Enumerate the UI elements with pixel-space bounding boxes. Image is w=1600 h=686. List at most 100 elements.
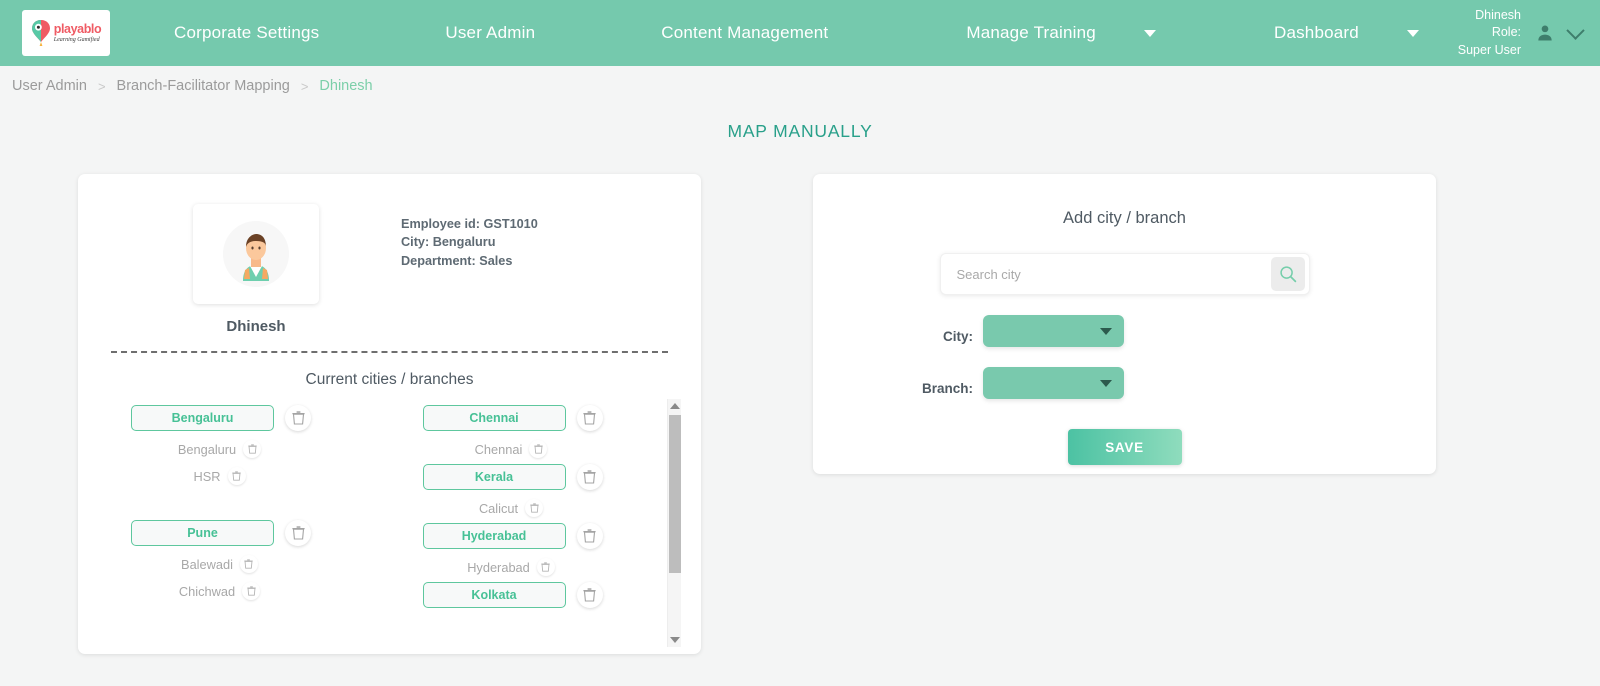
branch-label: Branch: — [921, 381, 973, 396]
cards-container: Employee id: GST1010 City: Bengaluru Dep… — [12, 142, 1588, 654]
delete-branch-button[interactable] — [227, 467, 246, 485]
user-info: Dhinesh Role: Super User — [1458, 7, 1521, 59]
employee-details: Employee id: GST1010 City: Bengaluru Dep… — [401, 204, 538, 304]
scroll-up-button[interactable] — [668, 399, 681, 413]
branch-select[interactable] — [983, 367, 1124, 399]
branch-row: Calicut — [390, 499, 600, 517]
branch-row: Hyderabad — [390, 558, 600, 576]
branch-label: Chennai — [474, 441, 523, 457]
delete-city-button[interactable] — [285, 520, 311, 546]
employee-id: Employee id: GST1010 — [401, 217, 538, 231]
delete-branch-button[interactable] — [529, 440, 548, 458]
nav-item-user-admin[interactable]: User Admin — [445, 23, 535, 43]
branch-row: Balewadi — [98, 555, 308, 573]
page-title: MAP MANUALLY — [727, 121, 873, 141]
parrot-logo-icon — [31, 20, 50, 46]
trash-icon — [291, 526, 305, 540]
trash-icon — [291, 411, 305, 425]
current-cities-title: Current cities / branches — [305, 371, 474, 388]
city-row: Kerala — [390, 464, 682, 490]
nav-item-corporate-settings[interactable]: Corporate Settings — [174, 23, 319, 43]
search-button[interactable] — [1270, 257, 1305, 291]
chevron-down-icon[interactable] — [1566, 20, 1585, 40]
delete-branch-button[interactable] — [243, 440, 262, 458]
profile-name: Dhinesh — [226, 318, 286, 335]
cities-column-1: Bengaluru Bengaluru HSR Pune Balewadi Ch… — [98, 399, 390, 608]
add-panel-title: Add city / branch — [1063, 209, 1186, 227]
scrollbar-thumb[interactable] — [669, 415, 681, 573]
city-field-row: City: — [813, 315, 1436, 347]
delete-city-button[interactable] — [285, 405, 311, 431]
breadcrumb-item-dhinesh[interactable]: Dhinesh — [319, 78, 372, 94]
city-row: Chennai — [390, 405, 682, 431]
city-pill-bengaluru[interactable]: Bengaluru — [131, 405, 274, 431]
city-label: City: — [943, 329, 973, 344]
branch-label: Hyderabad — [467, 559, 530, 575]
column-spacer — [98, 485, 390, 514]
trash-icon — [583, 411, 596, 425]
nav-label: Content Management — [661, 23, 829, 42]
trash-icon — [232, 471, 241, 481]
section-divider — [111, 351, 668, 353]
person-icon[interactable] — [1535, 23, 1555, 43]
nav-item-manage-training[interactable]: Manage Training — [966, 23, 1156, 43]
cities-column-2: Chennai Chennai Kerala Calicut Hyderabad… — [390, 399, 682, 608]
branch-field-row: Branch: — [813, 367, 1436, 399]
search-icon — [1279, 266, 1296, 283]
city-select[interactable] — [983, 315, 1124, 347]
trash-icon — [244, 559, 254, 569]
save-button[interactable]: SAVE — [1067, 429, 1182, 465]
breadcrumb: User Admin > Branch-Facilitator Mapping … — [0, 66, 1600, 106]
delete-city-button[interactable] — [576, 582, 603, 608]
branch-label: Bengaluru — [177, 441, 237, 457]
page-body: MAP MANUALLY Employee id: GST1010 City: … — [12, 106, 1588, 672]
chevron-down-icon — [1406, 29, 1419, 37]
delete-city-button[interactable] — [576, 464, 603, 490]
delete-city-button[interactable] — [576, 523, 603, 549]
chevron-down-icon — [1143, 29, 1156, 37]
list-scrollbar[interactable] — [667, 399, 681, 647]
nav-label: Manage Training — [966, 23, 1096, 42]
scroll-down-button[interactable] — [668, 633, 681, 647]
nav-item-dashboard[interactable]: Dashboard — [1274, 23, 1419, 43]
nav-label: Dashboard — [1273, 23, 1359, 42]
city-pill-kerala[interactable]: Kerala — [422, 464, 566, 490]
city-pill-hyderabad[interactable]: Hyderabad — [422, 523, 566, 549]
user-menu[interactable]: Dhinesh Role: Super User — [1458, 7, 1585, 59]
branch-row: Bengaluru — [98, 440, 308, 458]
user-avatar-icon — [223, 221, 289, 287]
nav-links: Corporate Settings User Admin Content Ma… — [174, 23, 1458, 43]
city-pill-chennai[interactable]: Chennai — [422, 405, 566, 431]
delete-branch-button[interactable] — [536, 558, 555, 576]
trash-icon — [247, 444, 257, 454]
trash-icon — [583, 529, 596, 543]
branch-label: Balewadi — [181, 556, 233, 572]
breadcrumb-item-branch-facilitator-mapping[interactable]: Branch-Facilitator Mapping — [117, 78, 290, 94]
city-pill-kolkata[interactable]: Kolkata — [422, 582, 566, 608]
trash-icon — [529, 503, 539, 513]
breadcrumb-item-user-admin[interactable]: User Admin — [12, 78, 87, 94]
delete-city-button[interactable] — [576, 405, 603, 431]
search-city-container — [939, 253, 1310, 295]
nav-item-content-management[interactable]: Content Management — [661, 23, 828, 43]
user-role-label: Role: — [1491, 25, 1521, 40]
delete-branch-button[interactable] — [525, 499, 544, 517]
city-row: Kolkata — [390, 582, 682, 608]
employee-city: City: Bengaluru — [401, 235, 496, 250]
breadcrumb-separator: > — [97, 78, 106, 94]
delete-branch-button[interactable] — [242, 582, 261, 600]
branch-row: Chichwad — [98, 582, 308, 600]
branch-label: HSR — [193, 468, 221, 484]
trash-icon — [583, 588, 596, 602]
city-pill-pune[interactable]: Pune — [131, 520, 274, 546]
trash-icon — [541, 562, 551, 572]
breadcrumb-separator: > — [300, 78, 309, 94]
search-city-input[interactable] — [954, 265, 1271, 283]
delete-branch-button[interactable] — [239, 555, 258, 573]
add-city-branch-card: Add city / branch City: Branch: — [813, 174, 1436, 474]
branch-label: Chichwad — [178, 583, 236, 599]
nav-label: User Admin — [445, 23, 536, 42]
brand-logo[interactable]: playablo Learning Gamified — [22, 10, 110, 56]
caret-down-icon — [670, 637, 680, 643]
trash-icon — [246, 586, 256, 596]
